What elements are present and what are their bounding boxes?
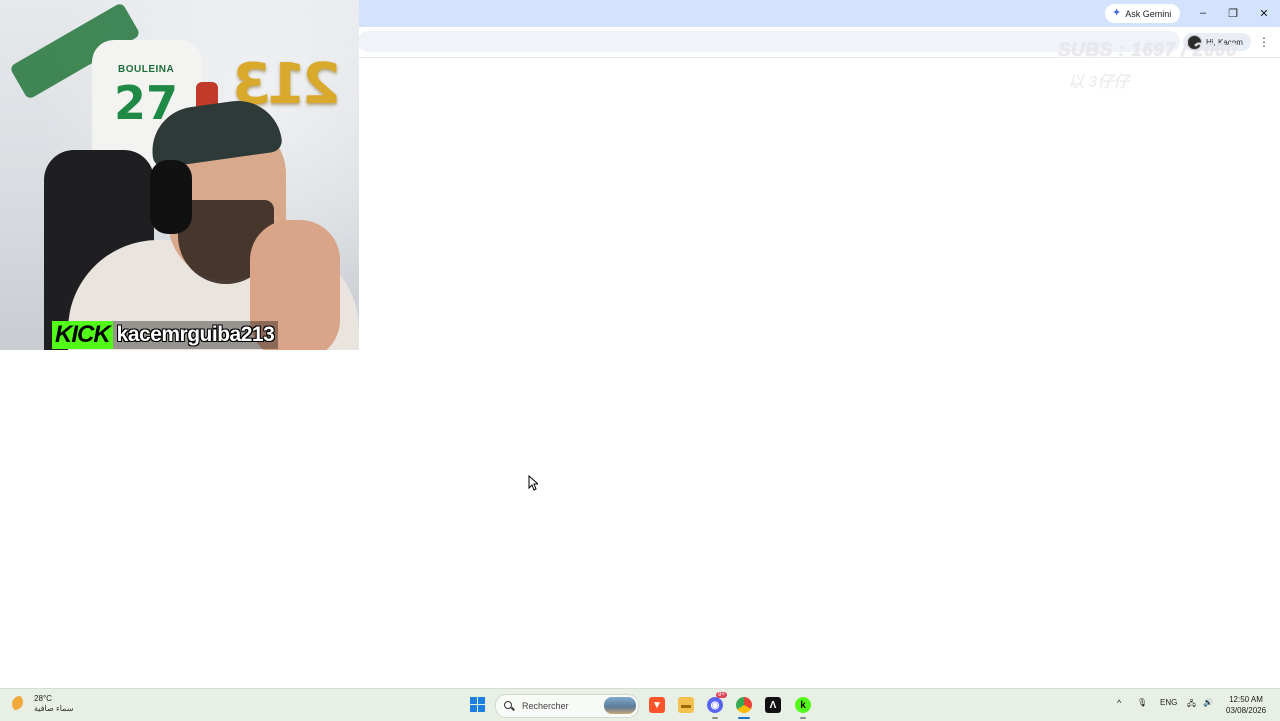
close-button[interactable]: ✕ bbox=[1254, 5, 1274, 21]
chrome-active-indicator bbox=[738, 717, 750, 719]
webcam-overlay: BOULEINA 27 213 KICK kacemrguiba213 bbox=[0, 0, 359, 350]
jersey-name: BOULEINA bbox=[118, 64, 175, 75]
restore-button[interactable]: ❐ bbox=[1223, 5, 1243, 21]
search-icon bbox=[504, 701, 514, 711]
clock-time: 12:50 AM bbox=[1229, 695, 1263, 704]
language-indicator[interactable]: ENG bbox=[1160, 698, 1177, 707]
windows-logo-icon bbox=[470, 697, 477, 704]
headset bbox=[150, 160, 192, 234]
weather-condition: سماء صافية bbox=[34, 704, 74, 713]
discord-running-indicator bbox=[712, 717, 718, 719]
ask-gemini-button[interactable]: ✦ Ask Gemini bbox=[1105, 4, 1181, 23]
weather-widget[interactable]: 28°C سماء صافية bbox=[12, 694, 74, 714]
kick-running-indicator bbox=[800, 717, 806, 719]
kick-logo: KICK bbox=[52, 321, 113, 349]
subs-counter-overlay-secondary: 以 3仔仔 bbox=[1068, 74, 1130, 91]
kick-app-icon[interactable]: k bbox=[795, 697, 811, 713]
app-icon[interactable]: Λ bbox=[765, 697, 781, 713]
search-placeholder: Rechercher bbox=[522, 701, 569, 711]
minimize-button[interactable]: – bbox=[1193, 5, 1213, 21]
weather-temp: 28°C bbox=[34, 694, 52, 703]
start-button[interactable] bbox=[470, 697, 485, 712]
search-highlight-image bbox=[604, 697, 636, 714]
volume-icon[interactable]: 🔊 bbox=[1203, 698, 1213, 707]
clock-date: 03/08/2026 bbox=[1226, 706, 1267, 715]
mouse-cursor-icon bbox=[528, 475, 538, 491]
chrome-icon[interactable] bbox=[736, 697, 752, 713]
file-explorer-icon[interactable]: ▬ bbox=[678, 697, 694, 713]
browser-menu-icon[interactable]: ⋮ bbox=[1258, 35, 1270, 49]
discord-icon[interactable]: ◉ bbox=[707, 697, 723, 713]
gemini-sparkle-icon: ✦ bbox=[1112, 7, 1122, 19]
microphone-icon[interactable]: 🎙 bbox=[1137, 698, 1147, 707]
network-icon[interactable]: 🖧 bbox=[1187, 698, 1196, 712]
taskbar-search[interactable]: Rechercher bbox=[495, 694, 639, 718]
subs-counter-overlay: SUBS : 1697 / 2000 bbox=[1058, 40, 1238, 61]
channel-name: kacemrguiba213 bbox=[112, 321, 279, 349]
system-clock[interactable]: 12:50 AM 03/08/2026 bbox=[1226, 694, 1266, 716]
show-hidden-icons-chevron-icon[interactable]: ^ bbox=[1117, 698, 1121, 708]
taskbar: 28°C سماء صافية Rechercher ▼ ▬ ◉ 9+ Λ k … bbox=[0, 688, 1280, 721]
discord-badge: 9+ bbox=[716, 692, 727, 698]
brave-icon[interactable]: ▼ bbox=[649, 697, 665, 713]
moon-icon bbox=[12, 696, 28, 712]
address-bar[interactable] bbox=[358, 31, 1180, 52]
ask-gemini-label: Ask Gemini bbox=[1125, 8, 1172, 19]
kick-banner: KICK kacemrguiba213 bbox=[52, 321, 279, 349]
